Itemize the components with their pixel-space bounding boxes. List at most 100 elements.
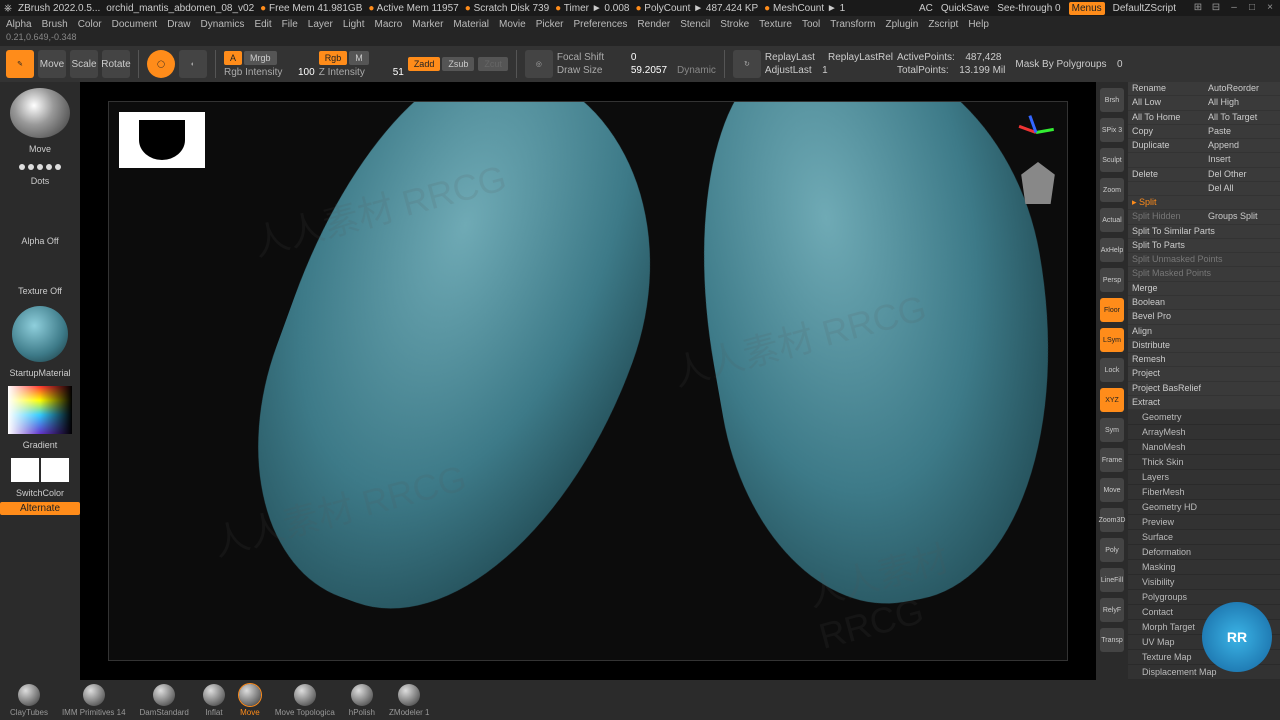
- rp-rename[interactable]: Rename: [1128, 82, 1204, 96]
- close-icon[interactable]: ×: [1264, 2, 1276, 14]
- brush-imm-primitives[interactable]: IMM Primitives 14: [62, 684, 126, 717]
- rp-groups-split[interactable]: Groups Split: [1204, 210, 1280, 224]
- zsub-button[interactable]: Zsub: [442, 57, 474, 71]
- sculptris-icon[interactable]: ◐: [179, 50, 207, 78]
- scale-mode-icon[interactable]: Scale: [70, 50, 98, 78]
- menu-light[interactable]: Light: [343, 19, 365, 30]
- menu-document[interactable]: Document: [112, 19, 158, 30]
- menu-help[interactable]: Help: [968, 19, 989, 30]
- ricon-xyz[interactable]: XYZ: [1100, 388, 1124, 412]
- replay-icon[interactable]: ↻: [733, 50, 761, 78]
- menu-transform[interactable]: Transform: [830, 19, 875, 30]
- layout2-icon[interactable]: ⊟: [1210, 2, 1222, 14]
- brush-swatch[interactable]: [10, 88, 70, 138]
- a-button[interactable]: A: [224, 51, 242, 65]
- rp-sub-surface[interactable]: Surface: [1128, 530, 1280, 545]
- rp-split-to-similar-parts[interactable]: Split To Similar Parts: [1128, 225, 1280, 239]
- rp-sub-deformation[interactable]: Deformation: [1128, 545, 1280, 560]
- menu-picker[interactable]: Picker: [536, 19, 564, 30]
- seethrough-control[interactable]: See-through 0: [997, 3, 1060, 14]
- material-swatch[interactable]: [12, 306, 68, 362]
- menu-movie[interactable]: Movie: [499, 19, 526, 30]
- menu-file[interactable]: File: [282, 19, 298, 30]
- z-intensity-value[interactable]: 51: [393, 67, 404, 78]
- ricon-sym[interactable]: Sym: [1100, 418, 1124, 442]
- move-mode-icon[interactable]: Move: [38, 50, 66, 78]
- ricon-lsym[interactable]: LSym: [1100, 328, 1124, 352]
- draw-size-value[interactable]: 59.2057: [631, 65, 667, 76]
- ricon-brsh[interactable]: Brsh: [1100, 88, 1124, 112]
- rp-sub-geometry[interactable]: Geometry: [1128, 410, 1280, 425]
- rp-all-to-home[interactable]: All To Home: [1128, 111, 1204, 125]
- rp-all-low[interactable]: All Low: [1128, 96, 1204, 110]
- switchcolor-label[interactable]: SwitchColor: [16, 488, 64, 498]
- ricon-persp[interactable]: Persp: [1100, 268, 1124, 292]
- rp-sub-arraymesh[interactable]: ArrayMesh: [1128, 425, 1280, 440]
- ricon-axhelp[interactable]: AxHelp: [1100, 238, 1124, 262]
- rp-del-all[interactable]: Del All: [1204, 182, 1280, 196]
- rp-split-unmasked-points[interactable]: Split Unmasked Points: [1128, 253, 1280, 267]
- rp-bevel-pro[interactable]: Bevel Pro: [1128, 310, 1280, 324]
- rp-project[interactable]: Project: [1128, 367, 1280, 381]
- rp-sub-thick-skin[interactable]: Thick Skin: [1128, 455, 1280, 470]
- menu-stroke[interactable]: Stroke: [720, 19, 749, 30]
- menus-button[interactable]: Menus: [1069, 2, 1105, 15]
- viewport[interactable]: 人人素材 RRCG 人人素材 RRCG 人人素材 RRCG 人人素材 RRCG: [108, 101, 1068, 661]
- gradient-label[interactable]: Gradient: [23, 440, 58, 450]
- rp-sub-visibility[interactable]: Visibility: [1128, 575, 1280, 590]
- brush-claytubes[interactable]: ClayTubes: [10, 684, 48, 717]
- rp-autoreorder[interactable]: AutoReorder: [1204, 82, 1280, 96]
- rgb-intensity-value[interactable]: 100: [298, 67, 315, 78]
- axis-gizmo[interactable]: [1013, 110, 1059, 156]
- brush-hpolish[interactable]: hPolish: [349, 684, 375, 717]
- rp-paste[interactable]: Paste: [1204, 125, 1280, 139]
- brush-move[interactable]: Move: [239, 684, 261, 717]
- rp-sub-fibermesh[interactable]: FiberMesh: [1128, 485, 1280, 500]
- focal-icon[interactable]: ◎: [525, 50, 553, 78]
- rp-del-other[interactable]: Del Other: [1204, 168, 1280, 182]
- rp-sub-nanomesh[interactable]: NanoMesh: [1128, 440, 1280, 455]
- brush-inflat[interactable]: Inflat: [203, 684, 225, 717]
- texture-label[interactable]: Texture Off: [18, 286, 62, 296]
- default-zscript[interactable]: DefaultZScript: [1113, 3, 1176, 14]
- ricon-relyf[interactable]: RelyF: [1100, 598, 1124, 622]
- dynamic-toggle[interactable]: Dynamic: [677, 65, 716, 76]
- rp-split[interactable]: ▸ Split: [1128, 196, 1280, 210]
- rp-sub-polygroups[interactable]: Polygroups: [1128, 590, 1280, 605]
- rp-sub-masking[interactable]: Masking: [1128, 560, 1280, 575]
- menu-alpha[interactable]: Alpha: [6, 19, 32, 30]
- maximize-icon[interactable]: □: [1246, 2, 1258, 14]
- menu-draw[interactable]: Draw: [167, 19, 190, 30]
- menu-marker[interactable]: Marker: [412, 19, 443, 30]
- adjustlast-value[interactable]: 1: [822, 65, 828, 76]
- zcut-button[interactable]: Zcut: [478, 57, 508, 71]
- rp-distribute[interactable]: Distribute: [1128, 339, 1280, 353]
- color-swatches[interactable]: [11, 458, 69, 482]
- replaylast-button[interactable]: ReplayLast: [765, 52, 815, 63]
- focal-shift-value[interactable]: 0: [631, 52, 637, 63]
- rp-remesh[interactable]: Remesh: [1128, 353, 1280, 367]
- zadd-button[interactable]: Zadd: [408, 57, 441, 71]
- layout-icon[interactable]: ⊞: [1192, 2, 1204, 14]
- color-picker[interactable]: [8, 386, 72, 434]
- ricon-linefill[interactable]: LineFill: [1100, 568, 1124, 592]
- rotate-mode-icon[interactable]: Rotate: [102, 50, 130, 78]
- reference-thumbnail[interactable]: [119, 112, 205, 168]
- menu-layer[interactable]: Layer: [308, 19, 333, 30]
- ricon-sculpt[interactable]: Sculpt: [1100, 148, 1124, 172]
- replaylastrel-button[interactable]: ReplayLastRel: [828, 52, 893, 63]
- rp-sub-layers[interactable]: Layers: [1128, 470, 1280, 485]
- quicksave-button[interactable]: QuickSave: [941, 3, 989, 14]
- menu-edit[interactable]: Edit: [254, 19, 271, 30]
- alpha-label[interactable]: Alpha Off: [21, 236, 58, 246]
- mrgb-button[interactable]: Mrgb: [244, 51, 277, 65]
- menu-zscript[interactable]: Zscript: [928, 19, 958, 30]
- rp-sub-preview[interactable]: Preview: [1128, 515, 1280, 530]
- rp-split-hidden[interactable]: Split Hidden: [1128, 210, 1204, 224]
- menu-render[interactable]: Render: [637, 19, 670, 30]
- ricon-floor[interactable]: Floor: [1100, 298, 1124, 322]
- rp-all-to-target[interactable]: All To Target: [1204, 111, 1280, 125]
- gizmo-icon[interactable]: ◯: [147, 50, 175, 78]
- rp-sub-geometry-hd[interactable]: Geometry HD: [1128, 500, 1280, 515]
- rp-extract[interactable]: Extract: [1128, 396, 1280, 410]
